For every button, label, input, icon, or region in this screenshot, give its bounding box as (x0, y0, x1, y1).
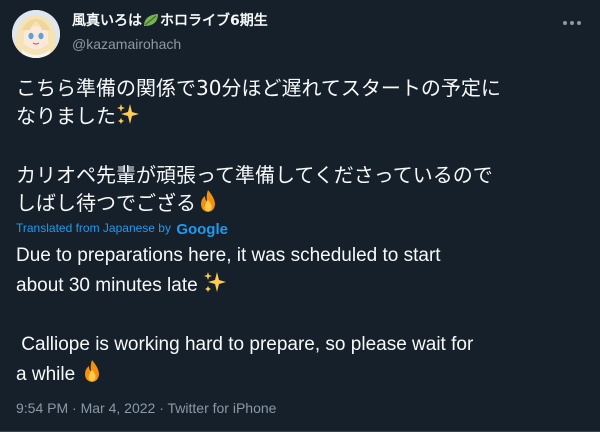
tweet-text-original: こちら準備の関係で30分ほど遅れてスタートの予定に なりました カリオペ先輩が頑… (16, 74, 586, 220)
leaf-icon (142, 12, 160, 33)
avatar[interactable] (12, 10, 60, 58)
display-name-suffix: ホロライブ6期生 (160, 13, 268, 29)
separator: · (72, 400, 81, 416)
tweet-time[interactable]: 9:54 PM (16, 400, 68, 416)
display-name[interactable]: 風真いろは ホロライブ6期生 (72, 12, 268, 33)
tweet-header: 風真いろは ホロライブ6期生 @kazamairohach (12, 8, 588, 64)
translated-line: Due to preparations here, it was schedul… (16, 245, 441, 266)
tweet-text-line: こちら準備の関係で30分ほど遅れてスタートの予定に (16, 76, 501, 100)
tweet-text-line: しばし待つでござる (16, 191, 196, 215)
separator: · (159, 400, 168, 416)
tweet-source[interactable]: Twitter for iPhone (168, 400, 277, 416)
sparkles-icon (116, 102, 140, 133)
tweet-date[interactable]: Mar 4, 2022 (81, 400, 156, 416)
tweet-text-line: カリオペ先輩が頑張って準備してくださっているので (16, 163, 493, 187)
fire-icon (196, 189, 220, 220)
translated-line-with-emoji: about 30 minutes late (16, 270, 586, 303)
translated-line-with-emoji: a while (16, 359, 586, 392)
display-name-text: 風真いろは (72, 13, 142, 29)
fire-icon (80, 359, 104, 392)
tweet-text-line: なりました (16, 104, 116, 128)
sparkles-icon (203, 270, 227, 303)
tweet-text-line-with-emoji: しばし待つでござる (16, 189, 586, 220)
tweet-card: 風真いろは ホロライブ6期生 @kazamairohach こちら準備の関係で30… (0, 0, 600, 432)
translation-attribution[interactable]: Translated from Japanese by Google (16, 220, 228, 238)
translated-line: Calliope is working hard to prepare, so … (16, 334, 474, 355)
translated-label: Translated from Japanese by (16, 221, 171, 235)
translator-logo: Google (176, 221, 228, 238)
more-icon[interactable] (560, 14, 584, 32)
tweet-metadata: 9:54 PM · Mar 4, 2022 · Twitter for iPho… (16, 399, 276, 417)
translated-line: about 30 minutes late (16, 275, 198, 296)
tweet-text-line-with-emoji: なりました (16, 102, 586, 133)
translated-line: a while (16, 364, 76, 385)
handle[interactable]: @kazamairohach (72, 35, 268, 53)
tweet-text-translated: Due to preparations here, it was schedul… (16, 242, 586, 392)
avatar-image (12, 10, 60, 58)
author-names: 風真いろは ホロライブ6期生 @kazamairohach (72, 12, 268, 53)
